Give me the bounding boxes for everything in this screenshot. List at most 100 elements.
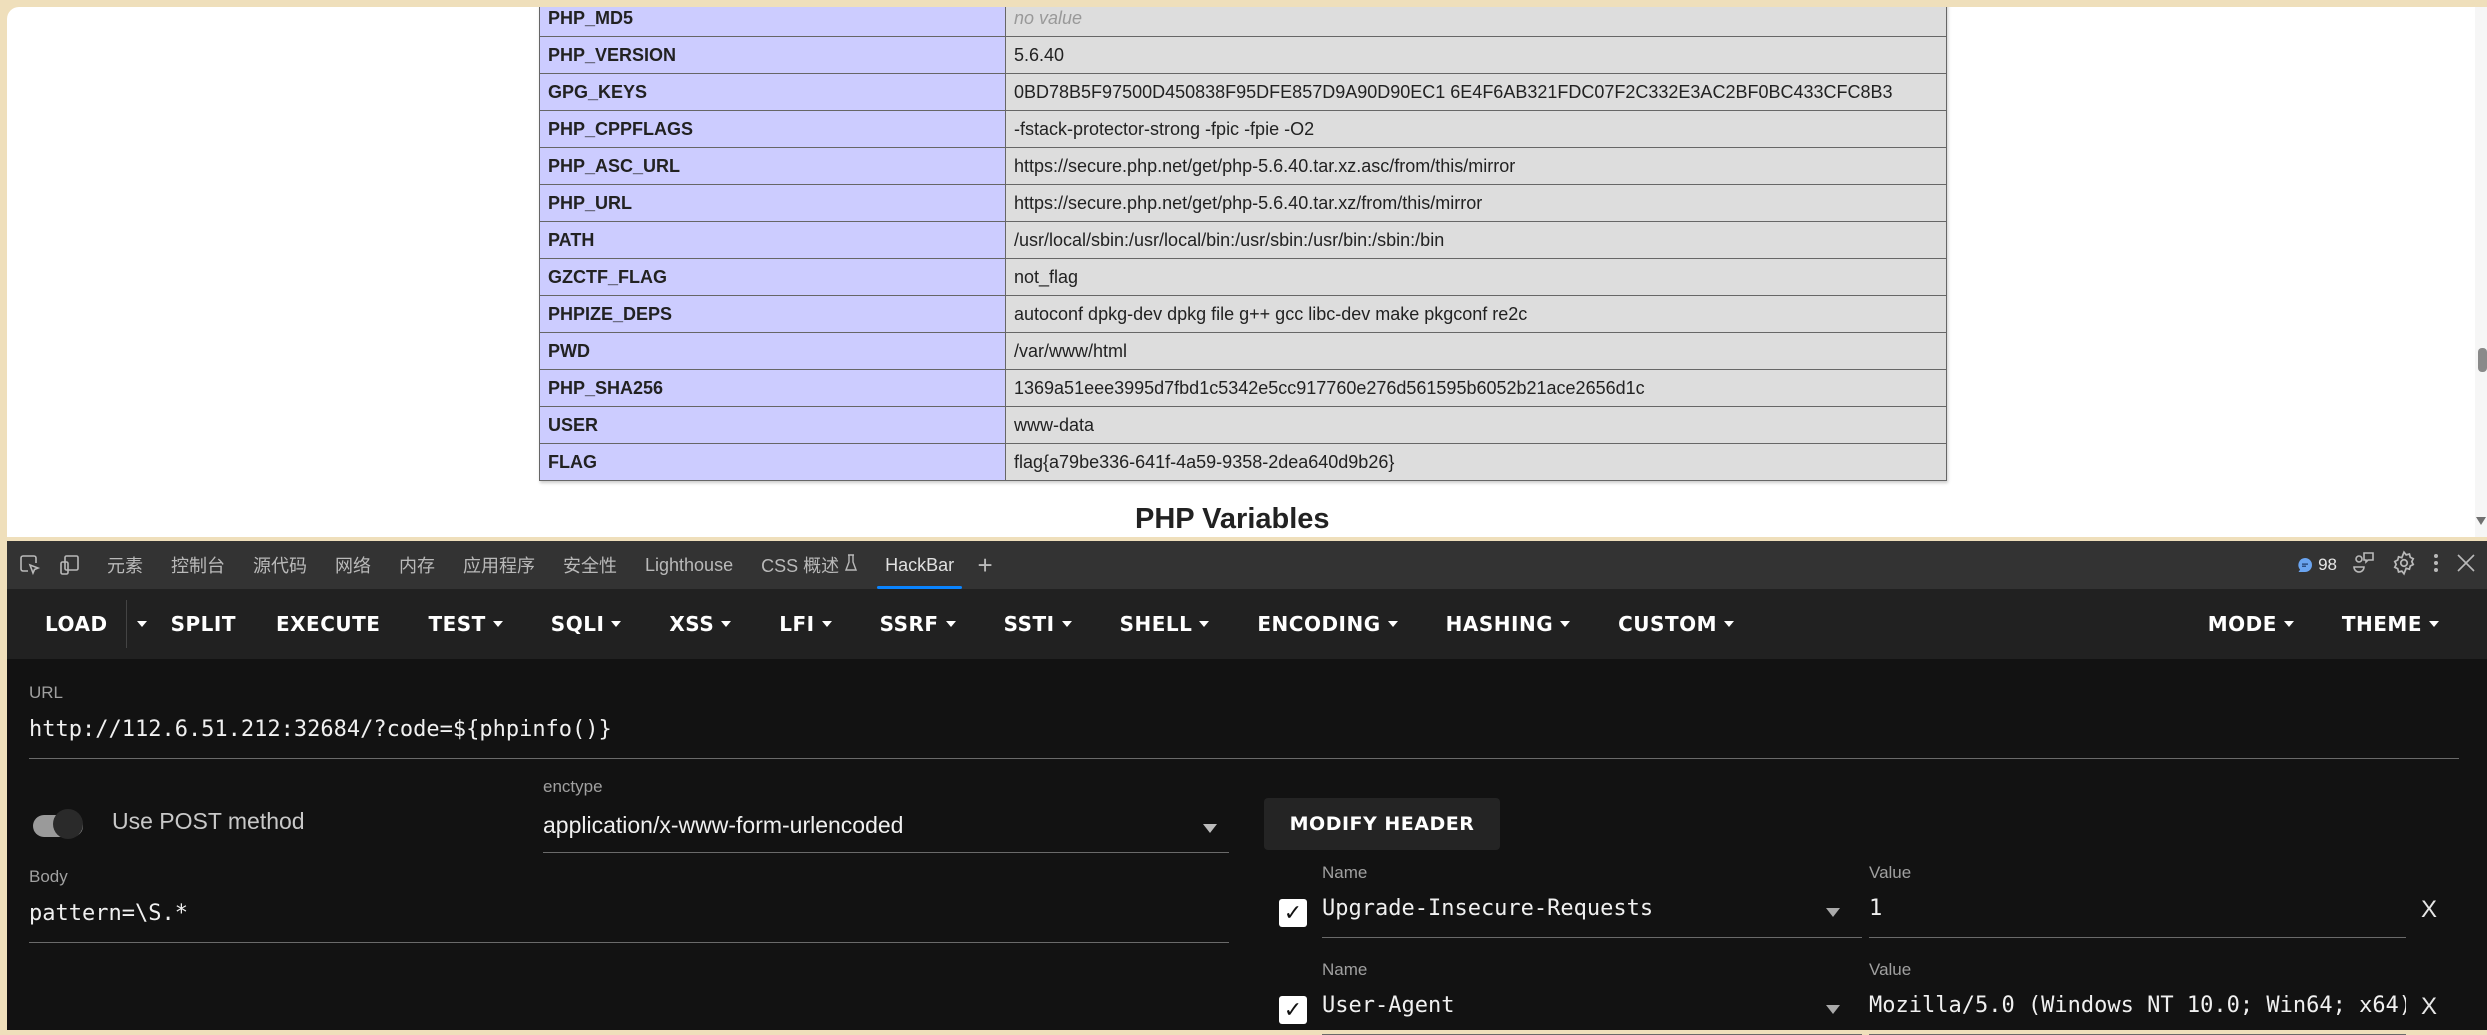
env-row: PHP_MD5 no value	[539, 7, 1947, 37]
env-row: GPG_KEYS 0BD78B5F97500D450838F95DFE857D9A…	[539, 73, 1947, 111]
env-key: PWD	[539, 332, 1006, 370]
menu-custom[interactable]: CUSTOM	[1594, 589, 1758, 659]
load-button[interactable]: LOAD	[7, 589, 126, 659]
env-key: PHPIZE_DEPS	[539, 295, 1006, 333]
env-row: PHPIZE_DEPS autoconf dpkg-dev dpkg file g…	[539, 295, 1947, 333]
header-value-input[interactable]: 1	[1869, 896, 2406, 921]
env-value: 5.6.40	[1005, 36, 1947, 74]
env-value: www-data	[1005, 406, 1947, 444]
env-row: PHP_SHA256 1369a51eee3995d7fbd1c5342e5cc9…	[539, 369, 1947, 407]
devtools-tab[interactable]: 内存	[385, 541, 449, 589]
split-button[interactable]: SPLIT	[157, 589, 260, 659]
chevron-down-icon	[136, 621, 147, 627]
menu-theme[interactable]: THEME	[2318, 589, 2463, 659]
devtools-tab[interactable]: Lighthouse	[631, 541, 747, 589]
use-post-toggle[interactable]	[33, 809, 93, 839]
execute-button[interactable]: EXECUTE	[260, 589, 404, 659]
feedback-icon[interactable]	[2351, 550, 2377, 581]
message-icon	[2298, 558, 2313, 572]
page-scrollbar[interactable]	[2475, 7, 2487, 537]
chevron-down-icon	[1061, 621, 1072, 627]
chevron-down-icon	[2283, 621, 2294, 627]
devtools-tab[interactable]: 源代码	[239, 541, 321, 589]
chevron-down-icon	[611, 621, 622, 627]
body-textarea[interactable]: pattern=\S.*	[29, 901, 1229, 926]
menu-sqli[interactable]: SQLI	[527, 589, 646, 659]
env-value: https://secure.php.net/get/php-5.6.40.ta…	[1005, 147, 1947, 185]
section-title: PHP Variables	[1135, 503, 1330, 535]
add-tab-icon[interactable]: +	[968, 548, 1002, 582]
env-row: PATH/usr/local/sbin:/usr/local/bin:/usr/…	[539, 221, 1947, 259]
menu-mode[interactable]: MODE	[2184, 589, 2318, 659]
env-key: GPG_KEYS	[539, 73, 1006, 111]
url-underline	[29, 758, 2459, 759]
env-value: https://secure.php.net/get/php-5.6.40.ta…	[1005, 184, 1947, 222]
env-row: PHP_CPPFLAGS -fstack-protector-strong -fp…	[539, 110, 1947, 148]
env-key: FLAG	[539, 443, 1006, 481]
load-dropdown-button[interactable]	[125, 600, 157, 648]
env-row: GZCTF_FLAG not_flag	[539, 258, 1947, 296]
settings-gear-icon[interactable]	[2391, 549, 2417, 581]
url-input[interactable]: http://112.6.51.212:32684/?code=${phpinf…	[29, 717, 2459, 742]
devtools-panel: 元素 控制台 源代码 网络 内存 应用程序 安全性 Lighthouse CSS 概述 HackB…	[7, 541, 2487, 1035]
chevron-down-icon	[945, 621, 956, 627]
environment-table: PHP_MD5 no value PHP_VERSION 5.6.40 GPG_KEYS…	[539, 7, 1947, 481]
devtools-tab[interactable]: CSS 概述	[747, 541, 871, 589]
chevron-down-icon	[1203, 824, 1217, 833]
devtools-tab[interactable]: 应用程序	[449, 541, 549, 589]
env-key: PHP_MD5	[539, 7, 1006, 37]
env-key: PHP_SHA256	[539, 369, 1006, 407]
chevron-down-icon[interactable]	[1826, 908, 1840, 917]
menu-test[interactable]: TEST	[404, 589, 526, 659]
device-toolbar-icon[interactable]	[53, 548, 87, 582]
env-key: PHP_URL	[539, 184, 1006, 222]
inspect-element-icon[interactable]	[13, 548, 47, 582]
menu-encoding[interactable]: ENCODING	[1233, 589, 1421, 659]
header-value-input[interactable]: Mozilla/5.0 (Windows NT 10.0; Win64; x64…	[1869, 993, 2406, 1018]
url-label: URL	[29, 683, 64, 702]
devtools-tab[interactable]: HackBar	[871, 541, 968, 589]
header-enabled-checkbox[interactable]: ✓	[1279, 996, 1307, 1024]
devtools-tab[interactable]: 网络	[321, 541, 385, 589]
header-enabled-checkbox[interactable]: ✓	[1279, 899, 1307, 927]
env-row: PHP_URL https://secure.php.net/get/php-5.…	[539, 184, 1947, 222]
env-value: /usr/local/sbin:/usr/local/bin:/usr/sbin…	[1005, 221, 1947, 259]
env-value: 1369a51eee3995d7fbd1c5342e5cc917760e276d…	[1005, 369, 1947, 407]
header-name-input[interactable]: Upgrade-Insecure-Requests	[1322, 896, 1802, 921]
env-value: -fstack-protector-strong -fpic -fpie -O2	[1005, 110, 1947, 148]
page-scrollbar-thumb[interactable]	[2478, 348, 2487, 372]
remove-header-icon[interactable]: X	[2421, 993, 2437, 1021]
remove-header-icon[interactable]: X	[2421, 896, 2437, 924]
scroll-down-arrow-icon[interactable]	[2476, 517, 2486, 525]
more-options-icon[interactable]	[2431, 551, 2441, 580]
devtools-tab[interactable]: 控制台	[157, 541, 239, 589]
menu-ssrf[interactable]: SSRF	[856, 589, 980, 659]
env-key: USER	[539, 406, 1006, 444]
issues-counter[interactable]: 98	[2297, 555, 2337, 575]
close-devtools-icon[interactable]	[2455, 552, 2477, 579]
use-post-label: Use POST method	[112, 808, 305, 834]
chevron-down-icon	[492, 621, 503, 627]
modify-header-button[interactable]: MODIFY HEADER	[1264, 798, 1500, 850]
enctype-select[interactable]: application/x-www-form-urlencoded	[543, 812, 1229, 852]
menu-lfi[interactable]: LFI	[755, 589, 855, 659]
env-key: PHP_ASC_URL	[539, 147, 1006, 185]
env-row: USER www-data	[539, 406, 1947, 444]
chevron-down-icon	[1724, 621, 1734, 627]
devtools-tab[interactable]: 元素	[93, 541, 157, 589]
experiment-flask-icon	[845, 553, 858, 577]
header-value-label: Value	[1869, 960, 1912, 979]
env-value: /var/www/html	[1005, 332, 1947, 370]
env-value: no value	[1005, 7, 1947, 37]
header-name-input[interactable]: User-Agent	[1322, 993, 1802, 1018]
header-name-label: Name	[1322, 960, 1368, 979]
devtools-tab[interactable]: 安全性	[549, 541, 631, 589]
menu-shell[interactable]: SHELL	[1096, 589, 1234, 659]
menu-ssti[interactable]: SSTI	[980, 589, 1096, 659]
env-key: GZCTF_FLAG	[539, 258, 1006, 296]
chevron-down-icon	[2429, 621, 2439, 627]
menu-hashing[interactable]: HASHING	[1422, 589, 1594, 659]
menu-xss[interactable]: XSS	[645, 589, 755, 659]
env-key: PHP_VERSION	[539, 36, 1006, 74]
chevron-down-icon[interactable]	[1826, 1005, 1840, 1014]
